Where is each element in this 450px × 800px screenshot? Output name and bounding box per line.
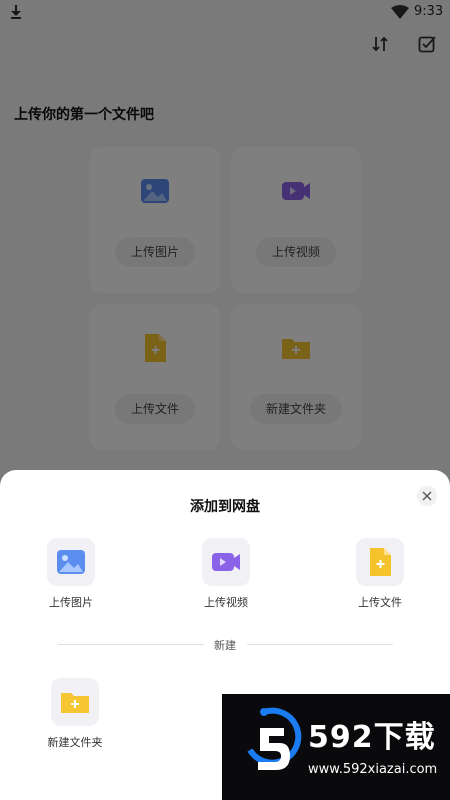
upload-video-tile <box>202 538 250 586</box>
new-section-divider: 新建 <box>0 635 450 655</box>
divider-line-right <box>247 644 393 645</box>
divider-label: 新建 <box>214 639 236 652</box>
close-icon <box>422 491 432 501</box>
video-icon <box>212 553 240 571</box>
new-folder-tile <box>51 678 99 726</box>
watermark-brand: 592下载 <box>308 720 436 755</box>
watermark-logo-icon <box>247 707 302 770</box>
upload-file-tile <box>356 538 404 586</box>
image-icon <box>57 550 85 574</box>
sheet-new-folder-button[interactable]: 新建文件夹 <box>35 678 115 750</box>
close-button[interactable] <box>417 486 437 506</box>
sheet-upload-image-button[interactable]: 上传图片 <box>31 538 111 610</box>
sheet-upload-video-button[interactable]: 上传视频 <box>186 538 266 610</box>
sheet-upload-image-label: 上传图片 <box>49 596 93 609</box>
folder-icon <box>61 693 89 713</box>
sheet-upload-file-button[interactable]: 上传文件 <box>340 538 420 610</box>
sheet-upload-file-label: 上传文件 <box>358 596 402 609</box>
upload-image-tile <box>47 538 95 586</box>
watermark-url: www.592xiazai.com <box>308 762 438 777</box>
file-icon <box>370 548 391 576</box>
sheet-new-folder-label: 新建文件夹 <box>47 736 103 749</box>
sheet-title: 添加到网盘 <box>190 499 260 515</box>
watermark: 592下载 www.592xiazai.com <box>222 694 450 800</box>
sheet-upload-video-label: 上传视频 <box>204 596 248 609</box>
